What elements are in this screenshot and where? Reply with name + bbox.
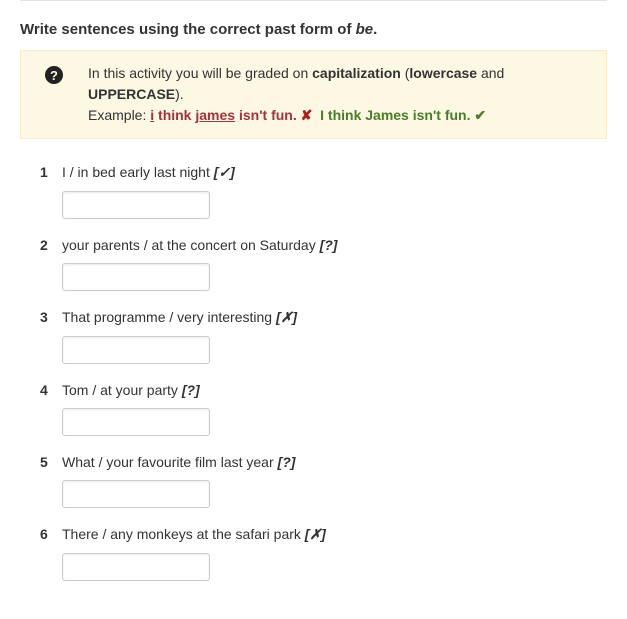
question-prompt: What / your favourite film last year [?]: [62, 454, 607, 470]
info-lowercase: lowercase: [409, 65, 477, 81]
instruction-prefix: Write sentences using the correct past f…: [20, 21, 356, 38]
answer-input[interactable]: [62, 408, 210, 436]
wrong-example: i think james isn't fun.: [150, 107, 296, 123]
question-row: 2 your parents / at the concert on Satur…: [40, 237, 607, 291]
prompt-text: What / your favourite film last year: [62, 454, 274, 470]
instruction-verb: be: [356, 21, 374, 38]
question-row: 4 Tom / at your party [?]: [40, 382, 607, 436]
question-row: 6 There / any monkeys at the safari park…: [40, 526, 607, 581]
svg-text:?: ?: [50, 68, 58, 83]
question-prompt: Tom / at your party [?]: [62, 382, 607, 398]
prompt-marker: [✗]: [305, 526, 326, 542]
question-prompt: That programme / very interesting [✗]: [62, 309, 607, 326]
x-icon: ✘: [301, 107, 313, 123]
question-body: Tom / at your party [?]: [62, 382, 607, 436]
questions-list: 1 I / in bed early last night [✓] 2 your…: [20, 164, 607, 581]
info-body: In this activity you will be graded on c…: [88, 63, 591, 126]
question-number: 5: [40, 454, 62, 470]
info-uppercase: UPPERCASE: [88, 86, 175, 102]
prompt-text: your parents / at the concert on Saturda…: [62, 237, 316, 253]
prompt-marker: [✓]: [214, 164, 235, 180]
question-row: 3 That programme / very interesting [✗]: [40, 309, 607, 364]
prompt-text: There / any monkeys at the safari park: [62, 526, 301, 542]
question-prompt: I / in bed early last night [✓]: [62, 164, 607, 181]
question-number: 6: [40, 526, 62, 542]
question-number: 4: [40, 382, 62, 398]
prompt-marker: [?]: [182, 382, 200, 398]
question-prompt: There / any monkeys at the safari park […: [62, 526, 607, 543]
question-body: What / your favourite film last year [?]: [62, 454, 607, 508]
prompt-marker: [✗]: [276, 309, 297, 325]
correct-example: I think James isn't fun.: [320, 107, 470, 123]
info-icon-wrap: ?: [36, 63, 88, 91]
answer-input[interactable]: [62, 263, 210, 291]
answer-input[interactable]: [62, 336, 210, 364]
info-example-label: Example:: [88, 107, 150, 123]
help-icon: ?: [44, 65, 64, 91]
answer-input[interactable]: [62, 191, 210, 219]
exercise-page: Write sentences using the correct past f…: [0, 0, 627, 619]
question-prompt: your parents / at the concert on Saturda…: [62, 237, 607, 253]
info-box: ? In this activity you will be graded on…: [20, 50, 607, 139]
instruction: Write sentences using the correct past f…: [20, 11, 607, 50]
question-body: your parents / at the concert on Saturda…: [62, 237, 607, 291]
question-row: 5 What / your favourite film last year […: [40, 454, 607, 508]
question-body: That programme / very interesting [✗]: [62, 309, 607, 364]
answer-input[interactable]: [62, 480, 210, 508]
question-number: 2: [40, 237, 62, 253]
question-number: 1: [40, 164, 62, 180]
info-capitalization: capitalization: [312, 65, 401, 81]
info-text: In this activity you will be graded on: [88, 65, 312, 81]
question-row: 1 I / in bed early last night [✓]: [40, 164, 607, 219]
info-paren-close: ).: [175, 86, 184, 102]
prompt-text: Tom / at your party: [62, 382, 178, 398]
question-body: I / in bed early last night [✓]: [62, 164, 607, 219]
question-body: There / any monkeys at the safari park […: [62, 526, 607, 581]
wrong-seg4: isn't fun.: [235, 107, 297, 123]
prompt-text: I / in bed early last night: [62, 164, 210, 180]
divider: [20, 0, 607, 1]
prompt-text: That programme / very interesting: [62, 309, 272, 325]
check-icon: ✔: [474, 107, 486, 123]
prompt-marker: [?]: [278, 454, 296, 470]
question-number: 3: [40, 309, 62, 325]
wrong-seg3: james: [195, 107, 235, 123]
instruction-suffix: .: [373, 21, 377, 38]
answer-input[interactable]: [62, 553, 210, 581]
info-and: and: [477, 65, 504, 81]
prompt-marker: [?]: [320, 237, 338, 253]
wrong-seg2: think: [154, 107, 195, 123]
